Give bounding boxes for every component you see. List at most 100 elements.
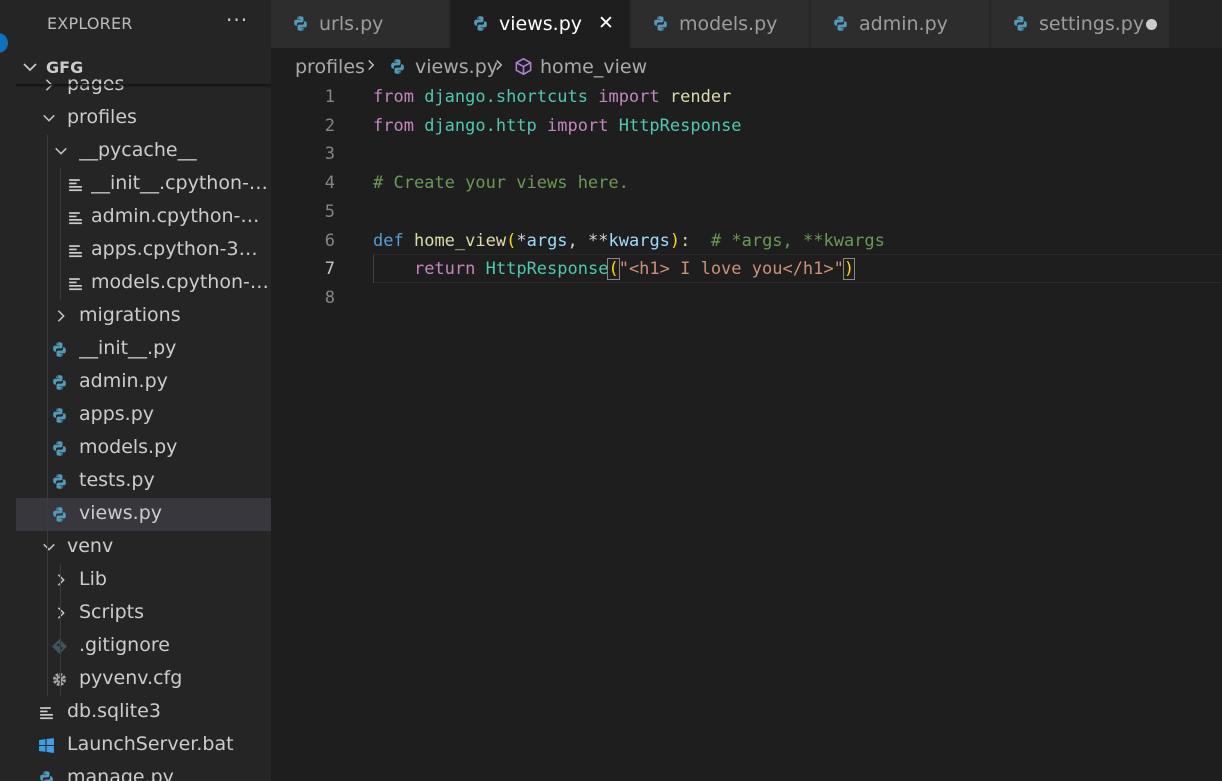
file-lines-icon	[69, 179, 82, 192]
tree-folder[interactable]: profiles	[16, 102, 271, 135]
code-token: )	[842, 258, 856, 281]
tree-file[interactable]: views.py	[16, 498, 271, 531]
tree-file[interactable]: models.py	[16, 432, 271, 465]
editor-tab[interactable]: settings.py	[991, 0, 1170, 48]
tree-file[interactable]: tests.py	[16, 465, 271, 498]
line-number: 7	[324, 259, 335, 280]
tree-item-label: admin.py	[79, 370, 168, 392]
code-token: return	[413, 259, 476, 280]
tree-item-label: db.sqlite3	[67, 700, 161, 722]
tree-item-label: admin.cpython-38....	[91, 205, 269, 227]
code-line[interactable]: from django.shortcuts import render	[373, 87, 731, 107]
tree-item-label: views.py	[79, 502, 162, 524]
tree-file[interactable]: db.sqlite3	[16, 696, 271, 729]
editor-tab[interactable]: views.py ✕	[451, 0, 630, 48]
code-editor[interactable]: 1 from django.shortcuts import render 2 fro…	[271, 85, 1222, 781]
tree-file[interactable]: pyvenv.cfg	[16, 663, 271, 696]
editor-tab[interactable]: admin.py	[811, 0, 990, 48]
code-token: HttpResponse	[485, 259, 609, 280]
editor-tab[interactable]: urls.py	[271, 0, 450, 48]
code-token: # Create your views here.	[373, 173, 629, 194]
tree-folder[interactable]: migrations	[16, 300, 271, 333]
tree-file[interactable]: LaunchServer.bat	[16, 729, 271, 762]
code-token: :	[680, 230, 711, 251]
code-token: import	[547, 115, 609, 136]
tree-item-label: __init__.cpython-38....	[91, 172, 269, 194]
code-token: django.shortcuts	[424, 87, 588, 107]
code-token: )	[669, 230, 681, 251]
line-number: 1	[324, 87, 335, 107]
tree-file[interactable]: admin.cpython-38....	[16, 201, 271, 234]
tab-label: views.py	[499, 13, 582, 35]
python-file-icon	[40, 771, 53, 781]
code-token: django.http	[424, 115, 537, 136]
breadcrumb-separator-icon	[496, 60, 503, 70]
accounts-badge[interactable]	[0, 33, 8, 53]
python-file-icon	[1014, 16, 1027, 31]
code-token: *	[516, 230, 527, 251]
chevron-down-icon	[43, 114, 55, 122]
code-token: "<h1> I love you</h1>"	[618, 259, 844, 280]
file-lines-icon	[69, 212, 82, 225]
tree-item-label: venv	[67, 535, 114, 557]
more-actions-icon[interactable]: ···	[226, 8, 248, 32]
editor-tab[interactable]: models.py	[631, 0, 810, 48]
tree-indent-guide	[60, 564, 61, 696]
code-line[interactable]: from django.http import HttpResponse	[373, 116, 742, 136]
python-file-icon	[53, 342, 66, 357]
chevron-down-icon	[43, 543, 55, 551]
close-icon[interactable]: ✕	[598, 12, 614, 34]
code-line[interactable]: def home_view(*args, **kwargs): # *args,…	[373, 231, 885, 251]
tree-item-label: apps.py	[79, 403, 155, 425]
breadcrumb: profiles views.py home_view	[271, 48, 1222, 85]
tree-file[interactable]: __init__.py	[16, 333, 271, 366]
breadcrumb-item[interactable]: profiles	[295, 56, 365, 78]
tab-label: models.py	[679, 13, 778, 35]
code-token: def	[373, 230, 404, 251]
tree-file[interactable]: __init__.cpython-38....	[16, 168, 271, 201]
tree-item-label: tests.py	[79, 469, 155, 491]
code-token: kwargs	[608, 230, 670, 251]
tree-file[interactable]: manage.py	[16, 762, 271, 781]
tree-file[interactable]: apps.cpython-38.pyc	[16, 234, 271, 267]
python-file-icon	[53, 507, 66, 522]
python-file-icon	[53, 375, 66, 390]
tree-file[interactable]: apps.py	[16, 399, 271, 432]
code-token: from	[373, 87, 414, 107]
chevron-right-icon	[57, 574, 65, 586]
file-lines-icon	[69, 278, 82, 291]
tree-file[interactable]: models.cpython-3...	[16, 267, 271, 300]
tab-label: settings.py	[1039, 13, 1145, 35]
breadcrumb-item[interactable]: views.py	[415, 56, 498, 78]
code-token: (	[607, 258, 620, 281]
tree-folder[interactable]: __pycache__	[16, 135, 271, 168]
tree-item-label: profiles	[67, 106, 137, 128]
chevron-right-icon	[57, 607, 65, 619]
line-number: 8	[324, 287, 335, 308]
breadcrumb-item[interactable]: home_view	[540, 56, 647, 78]
line-number: 4	[324, 173, 335, 194]
code-line[interactable]: # Create your views here.	[373, 173, 629, 193]
tree-file[interactable]: admin.py	[16, 366, 271, 399]
tree-file[interactable]: .gitignore	[16, 630, 271, 663]
line-number: 3	[324, 144, 335, 165]
tree-folder[interactable]: Scripts	[16, 597, 271, 630]
line-number: 6	[324, 230, 335, 251]
unsaved-dot-icon[interactable]	[1146, 19, 1157, 30]
tree-indent-guide	[47, 135, 48, 696]
code-token: import	[598, 87, 660, 107]
code-token: from	[373, 115, 414, 136]
tree-folder[interactable]: Lib	[16, 564, 271, 597]
python-file-icon	[294, 16, 307, 31]
editor-tab-bar: urls.py views.py ✕ models.py admin.py setting…	[271, 0, 1222, 48]
activity-bar	[0, 0, 16, 781]
tree-folder[interactable]: venv	[16, 531, 271, 564]
code-line[interactable]: return HttpResponse("<h1> I love you</h1…	[373, 258, 856, 281]
code-token: HttpResponse	[618, 115, 742, 136]
